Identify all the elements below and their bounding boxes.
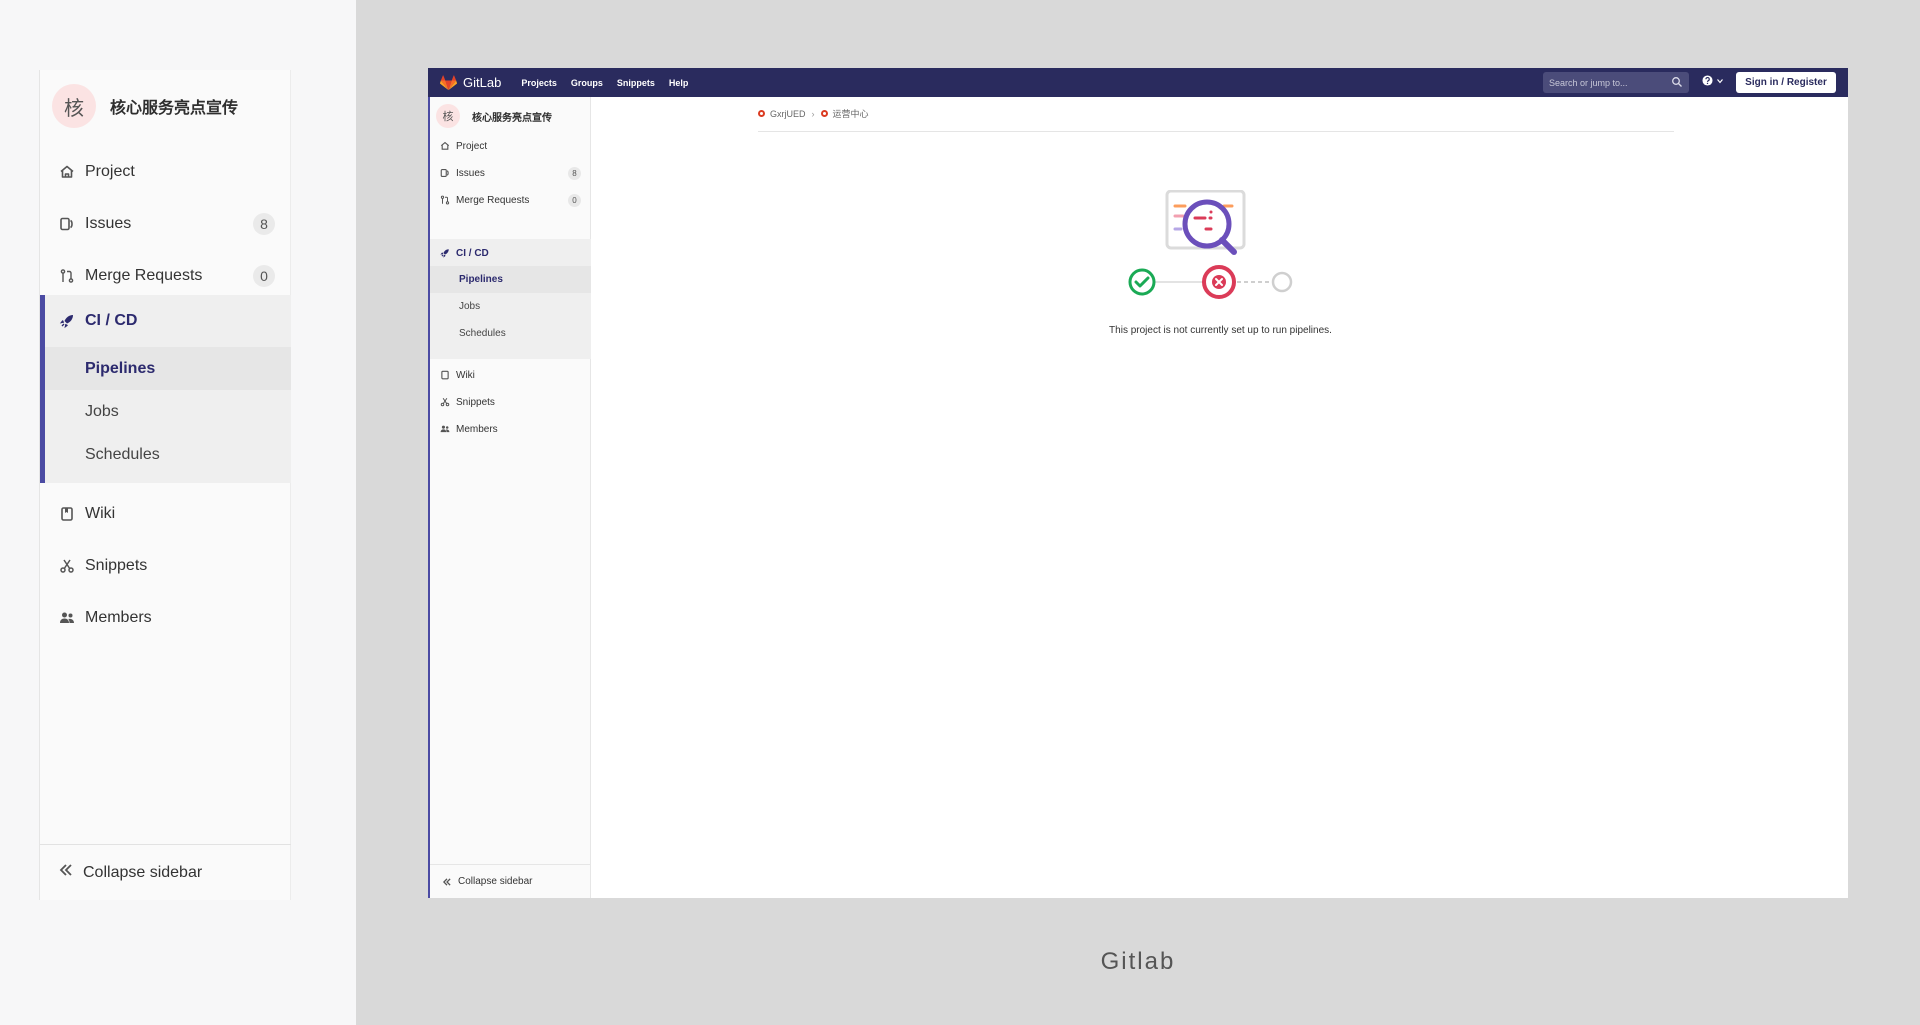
project-avatar-icon [820, 110, 828, 117]
project-sidebar: 核 核心服务亮点宣传 Project Issues 8 Merge Reques… [428, 97, 591, 898]
question-icon [1702, 75, 1713, 86]
merge-requests-count-badge: 0 [568, 193, 581, 207]
issues-icon [58, 215, 76, 233]
sidebar-item-label: Members [85, 609, 152, 626]
help-dropdown[interactable] [1702, 75, 1724, 86]
sidebar-item-label: Snippets [456, 396, 495, 408]
project-name: 核心服务亮点宣传 [472, 112, 552, 124]
empty-state-message: This project is not currently set up to … [1109, 325, 1332, 336]
breadcrumb-group[interactable]: GxrjUED [758, 109, 806, 119]
caption: Gitlab [1100, 948, 1176, 975]
sidebar-subitem-schedules[interactable]: Schedules [45, 433, 291, 476]
gitlab-logo[interactable]: GitLab [440, 74, 502, 91]
collapse-sidebar-button[interactable]: Collapse sidebar [430, 864, 591, 898]
sidebar-item-wiki[interactable]: Wiki [430, 361, 591, 389]
project-header[interactable]: 核 核心服务亮点宣传 [52, 80, 238, 132]
project-avatar: 核 [436, 104, 460, 128]
sidebar-group-cicd: CI / CD Pipelines Jobs Schedules [40, 295, 291, 483]
sidebar-item-label: CI / CD [456, 247, 489, 259]
sidebar-item-merge-requests[interactable]: Merge Requests 0 [430, 186, 591, 214]
nav-link-help[interactable]: Help [669, 78, 689, 88]
issues-count-badge: 8 [568, 166, 581, 180]
project-header[interactable]: 核 核心服务亮点宣传 [436, 104, 552, 128]
rocket-icon [440, 248, 450, 258]
brand-name: GitLab [463, 75, 502, 90]
sidebar-item-label: Issues [85, 215, 132, 232]
nav-link-snippets[interactable]: Snippets [617, 78, 655, 88]
sidebar-item-members[interactable]: Members [40, 592, 291, 644]
zoomed-sidebar: 核 核心服务亮点宣传 Project Issues 8 Merge Reques… [39, 70, 291, 900]
pipelines-empty-illustration [1128, 190, 1293, 299]
chevron-right-icon: › [811, 108, 815, 119]
sidebar-item-snippets[interactable]: Snippets [40, 540, 291, 592]
breadcrumb-label: 运营中心 [832, 109, 869, 119]
sidebar-item-project[interactable]: Project [40, 146, 291, 198]
group-avatar-icon [758, 110, 765, 117]
breadcrumb-project[interactable]: 运营中心 [820, 107, 869, 120]
scissors-icon [58, 557, 76, 575]
nav-link-groups[interactable]: Groups [571, 78, 603, 88]
collapse-sidebar-label: Collapse sidebar [83, 863, 203, 881]
nav-link-projects[interactable]: Projects [521, 78, 557, 88]
sidebar-item-label: Merge Requests [456, 194, 530, 206]
search-input[interactable]: Search or jump to... [1543, 72, 1689, 93]
book-icon [440, 370, 450, 380]
users-icon [440, 424, 450, 434]
home-icon [58, 163, 76, 181]
issues-count-badge: 8 [253, 213, 275, 235]
sidebar-item-cicd[interactable]: CI / CD [430, 239, 591, 267]
project-name: 核心服务亮点宣传 [110, 100, 239, 117]
book-icon [58, 505, 76, 523]
nav-links: Projects Groups Snippets Help [507, 78, 688, 88]
rocket-icon [58, 312, 76, 330]
top-navbar: GitLab Projects Groups Snippets Help Sea… [428, 68, 1848, 97]
sidebar-item-label: Wiki [456, 369, 475, 381]
breadcrumb: GxrjUED › 运营中心 [758, 107, 869, 120]
project-avatar: 核 [52, 84, 96, 128]
gitlab-window: GitLab Projects Groups Snippets Help Sea… [428, 68, 1848, 898]
breadcrumb-label: GxrjUED [770, 108, 806, 119]
merge-request-icon [58, 267, 76, 285]
main-content: GxrjUED › 运营中心 This project is not curre… [591, 97, 1848, 898]
search-icon [1672, 77, 1682, 87]
sidebar-item-snippets[interactable]: Snippets [430, 388, 591, 416]
sidebar-subitem-schedules[interactable]: Schedules [430, 320, 591, 347]
divider [758, 131, 1674, 132]
issues-icon [440, 168, 450, 178]
sidebar-item-label: CI / CD [85, 312, 138, 329]
sidebar-item-issues[interactable]: Issues 8 [430, 159, 591, 187]
sidebar-subitem-pipelines[interactable]: Pipelines [430, 266, 591, 293]
search-placeholder: Search or jump to... [1549, 77, 1628, 88]
collapse-sidebar-label: Collapse sidebar [458, 876, 533, 887]
double-chevron-left-icon [442, 877, 452, 887]
sidebar-item-label: Project [85, 163, 135, 180]
sign-in-button[interactable]: Sign in / Register [1736, 72, 1836, 93]
sidebar-subitem-pipelines[interactable]: Pipelines [45, 347, 291, 390]
sidebar-subitem-jobs[interactable]: Jobs [430, 293, 591, 320]
sidebar-item-wiki[interactable]: Wiki [40, 488, 291, 540]
sidebar-item-cicd[interactable]: CI / CD [40, 295, 291, 347]
double-chevron-left-icon [58, 862, 74, 883]
sidebar-subitem-jobs[interactable]: Jobs [45, 390, 291, 433]
sidebar-item-label: Project [456, 140, 488, 152]
sidebar-item-label: Merge Requests [85, 267, 203, 284]
screenshot-showcase: GitLab Projects Groups Snippets Help Sea… [356, 0, 1920, 1025]
sidebar-item-members[interactable]: Members [430, 415, 591, 443]
sidebar-item-label: Snippets [85, 557, 148, 574]
home-icon [440, 141, 450, 151]
tanuki-icon [440, 74, 457, 90]
merge-requests-count-badge: 0 [253, 265, 275, 287]
sidebar-item-project[interactable]: Project [430, 132, 591, 160]
sidebar-item-label: Members [456, 423, 498, 435]
sidebar-group-cicd: CI / CD Pipelines Jobs Schedules [430, 239, 591, 359]
sidebar-item-label: Issues [456, 167, 485, 179]
chevron-down-icon [1717, 78, 1723, 83]
users-icon [58, 609, 76, 627]
scissors-icon [440, 397, 450, 407]
collapse-sidebar-button[interactable]: Collapse sidebar [40, 844, 291, 900]
sidebar-item-label: Wiki [85, 505, 116, 522]
merge-request-icon [440, 195, 450, 205]
sidebar-item-issues[interactable]: Issues 8 [40, 198, 291, 250]
